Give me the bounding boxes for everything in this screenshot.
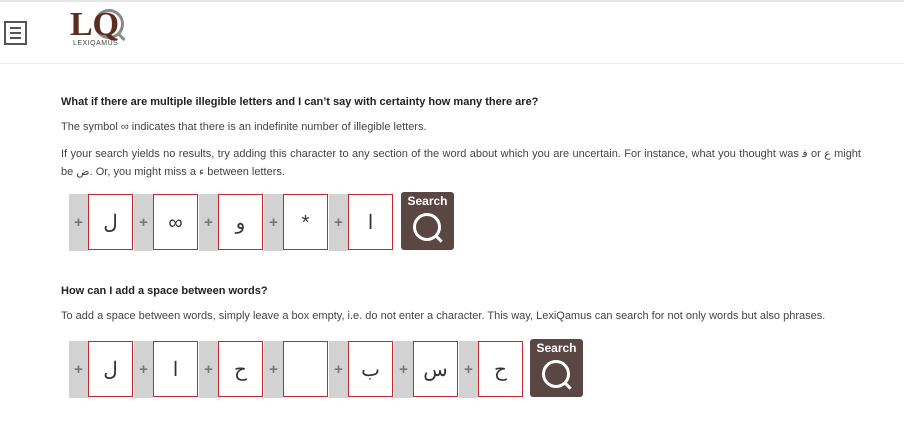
letter-box[interactable]: * [283,194,328,250]
faq-answer-space: To add a space between words, simply lea… [61,310,826,322]
add-box-button[interactable]: + [264,194,283,251]
add-box-button[interactable]: + [264,341,283,398]
letter-box[interactable]: ح [218,341,263,397]
letter-box[interactable]: ا [153,341,198,397]
add-box-button[interactable]: + [134,341,153,398]
site-logo[interactable]: LQ LEXIQAMUS [70,6,134,52]
add-box-button[interactable]: + [134,194,153,251]
faq-question-illegible: What if there are multiple illegible let… [61,96,539,108]
add-box-button[interactable]: + [329,341,348,398]
letter-box[interactable]: ∞ [153,194,198,250]
letter-box[interactable]: و [218,194,263,250]
add-box-button[interactable]: + [329,194,348,251]
add-box-button[interactable]: + [69,194,88,251]
search-button-label: Search [407,194,448,208]
hamburger-icon-line [10,32,21,34]
letter-box[interactable]: ا [348,194,393,250]
hamburger-icon [10,27,21,29]
letter-box[interactable]: ب [348,341,393,397]
hamburger-icon-line [10,37,21,39]
magnifier-icon-handle [434,234,443,243]
logo-letters: LQ [70,6,120,43]
site-header: LQ LEXIQAMUS [0,2,904,64]
letter-box[interactable]: ح [478,341,523,397]
logo-text: LEXIQAMUS [73,40,119,47]
faq-answer-intro: The symbol ∞ indicates that there is an … [61,121,427,133]
add-box-button[interactable]: + [459,341,478,398]
add-box-button[interactable]: + [394,341,413,398]
add-box-button[interactable]: + [69,341,88,398]
letter-box[interactable]: ل [88,341,133,397]
faq-answer-details: If your search yields no results, try ad… [61,148,861,178]
add-box-button[interactable]: + [199,194,218,251]
search-button[interactable]: Search [401,192,454,250]
faq-question-space: How can I add a space between words? [61,285,268,297]
letter-box-empty[interactable] [283,341,328,397]
search-button-label: Search [536,341,577,355]
search-button[interactable]: Search [530,339,583,397]
add-box-button[interactable]: + [199,341,218,398]
magnifier-icon-handle [563,381,572,390]
menu-button[interactable] [4,21,27,45]
letter-box[interactable]: س [413,341,458,397]
letter-box[interactable]: ل [88,194,133,250]
